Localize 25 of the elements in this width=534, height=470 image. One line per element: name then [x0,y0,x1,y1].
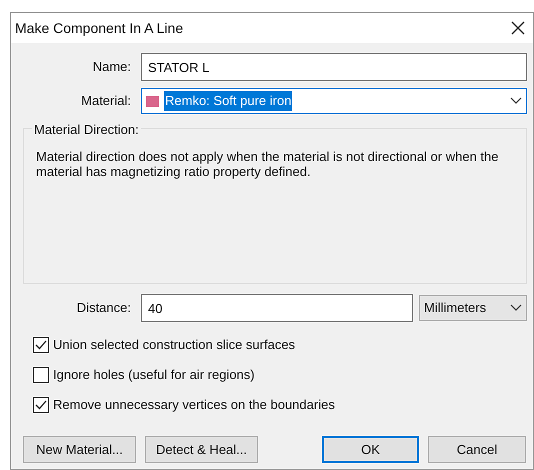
window-title: Make Component In A Line [15,18,184,38]
chevron-down-icon [510,97,522,105]
check-icon [35,340,47,350]
name-field[interactable]: STATOR L [141,53,527,81]
field-label: Name: [92,58,132,76]
dialog-button[interactable]: Detect & Heal... [145,436,258,463]
dialog-button[interactable]: New Material... [23,436,136,463]
field-label: Distance: [76,299,132,318]
option-checkbox[interactable]: Union selected construction slice surfaces [33,336,296,354]
checkbox[interactable] [33,367,49,383]
dialog-button[interactable]: OK [322,436,419,463]
material-value: Remko: Soft pure iron [164,91,292,111]
chevron-down-icon [510,304,522,312]
option-checkbox[interactable]: Remove unnecessary vertices on the boundaries [33,396,335,414]
close-icon[interactable] [511,21,525,35]
option-checkbox[interactable]: Ignore holes (useful for air regions) [33,366,255,384]
note-text: Material direction does not apply when the material is not directional or when the material has magnetizing ratio property defined. [36,149,500,179]
distance-field[interactable]: 40 [141,294,413,322]
checkbox[interactable] [33,337,49,353]
check-icon [35,400,47,410]
unit-dropdown[interactable]: Millimeters [419,295,527,321]
dialog-button[interactable]: Cancel [428,436,526,463]
field-label: Material: [80,92,132,110]
material-dropdown[interactable]: Remko: Soft pure iron [141,88,527,114]
checkbox[interactable] [33,397,49,413]
